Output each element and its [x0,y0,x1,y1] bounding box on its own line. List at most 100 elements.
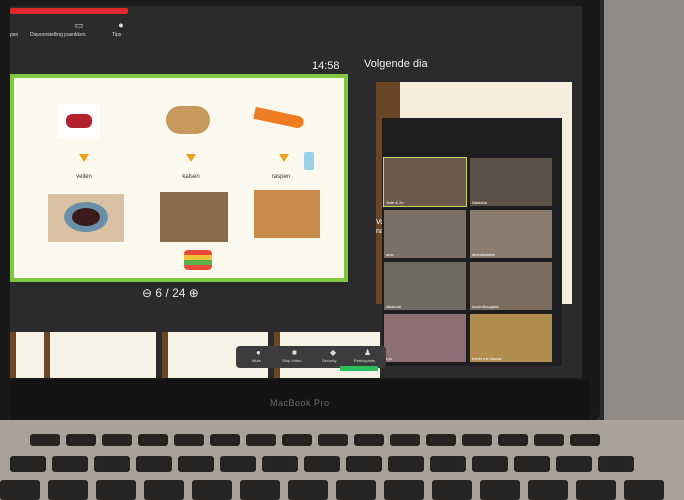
slideshow-icon[interactable]: ▭ [74,20,84,30]
slide-label: kalsen [182,174,200,180]
key [432,480,472,500]
microphone-icon[interactable]: ● [256,348,261,357]
participant-name: stastone [386,304,402,309]
key [390,434,420,446]
security-label[interactable]: Security [322,358,336,363]
keyboard-deck [0,420,684,500]
key [498,434,528,446]
key [144,480,184,500]
key [336,480,376,500]
video-tile[interactable]: Julie & Zo [383,157,467,207]
key [514,456,550,472]
carrot-image [253,106,305,130]
seeds-image [166,106,210,134]
key [192,480,232,500]
key [624,480,664,500]
slide-label: veilen [76,174,92,180]
presentation-timer: 14:58 [312,60,340,72]
video-tile[interactable]: hazenthaugleis [470,262,552,310]
chopped-nuts-photo [160,192,228,242]
next-slide-icon[interactable]: ⊕ [189,286,199,300]
participant-name: hazenthaugleis [472,304,499,309]
key [102,434,132,446]
slide-thumbnail[interactable] [44,332,156,378]
key [528,480,568,500]
key [94,456,130,472]
key [288,480,328,500]
key [282,434,312,446]
key [472,456,508,472]
participant-name: Julie & Zo [386,200,404,205]
laptop-screen: ▭ ● pen Diavoorstelling pasnkken Tips 14… [10,6,582,378]
slide-label: raspen [271,174,291,180]
participants-label[interactable]: Participants [354,358,375,363]
grated-carrot-photo [254,190,320,238]
stop-video-label[interactable]: Stop Video [282,358,302,363]
key [598,456,634,472]
key [570,434,600,446]
video-tile[interactable]: stastone [384,262,466,310]
key [430,456,466,472]
key [66,434,96,446]
participants-icon[interactable]: ♟ [364,348,371,357]
key [0,480,40,500]
key [318,434,348,446]
key [556,456,592,472]
berries-image [58,104,100,138]
laptop: ▭ ● pen Diavoorstelling pasnkken Tips 14… [0,0,600,422]
key [462,434,492,446]
key [426,434,456,446]
key [48,480,88,500]
toolbar-item-1[interactable]: pen [10,32,18,38]
video-tile[interactable]: ahenatalaine [470,210,552,258]
toolbar-item-3[interactable]: Tips [112,32,121,38]
info-icon[interactable]: ● [116,20,126,30]
participant-name: ame [386,252,394,257]
mute-label[interactable]: Mute [252,358,261,363]
video-tile[interactable]: ame [384,210,466,258]
laptop-brand-label: MacBook Pro [270,398,330,408]
shield-icon[interactable]: ◆ [330,348,336,357]
key [346,456,382,472]
wall [590,0,684,420]
video-tile[interactable]: Natasha [470,158,552,206]
participant-name: ahenatalaine [472,252,495,257]
key [576,480,616,500]
video-camera-icon[interactable]: ■ [292,348,297,357]
key [210,434,240,446]
arrow-icon [79,154,89,162]
zoom-toolbar: ▭ ● pen Diavoorstelling pasnkken Tips [10,18,150,42]
key [384,480,424,500]
key [52,456,88,472]
arrow-icon [186,154,196,162]
arrow-icon [279,154,289,162]
recording-bar [10,8,128,14]
slide-counter-text: 6 / 24 [155,286,186,300]
key [220,456,256,472]
key [304,456,340,472]
slide-counter: ⊖ 6 / 24 ⊕ [142,286,199,300]
key [10,456,46,472]
bowl-photo [48,194,124,242]
bowls-stack-image [184,250,212,270]
slide-thumbnail[interactable] [10,332,44,378]
key [480,480,520,500]
meeting-controls: ● Mute ■ Stop Video ◆ Security ♟ Partici… [236,346,386,368]
key [246,434,276,446]
key [388,456,424,472]
prev-slide-icon[interactable]: ⊖ [142,286,152,300]
participants-badge [340,366,378,371]
grater-icon [304,152,314,170]
key [96,480,136,500]
key [178,456,214,472]
key [354,434,384,446]
key [262,456,298,472]
key [174,434,204,446]
key [136,456,172,472]
current-slide: veilen kalsen raspen [10,74,348,282]
next-slide-heading: Volgende dia [364,58,428,70]
toolbar-item-2[interactable]: Diavoorstelling pasnkken [30,32,86,38]
key [138,434,168,446]
participant-name: Natasha [472,200,487,205]
key [240,480,280,500]
